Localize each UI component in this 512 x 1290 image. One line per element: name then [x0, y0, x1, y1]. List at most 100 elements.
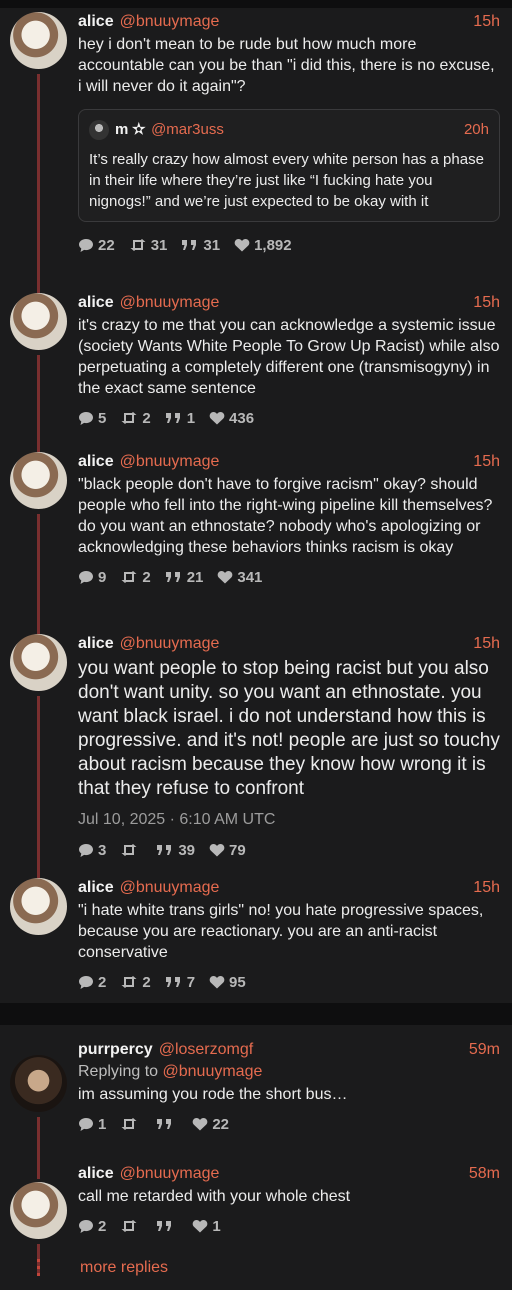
- quote-button[interactable]: [156, 1118, 178, 1130]
- repost-icon: [120, 1117, 138, 1131]
- repost-icon: [120, 843, 138, 857]
- author-name[interactable]: alice: [78, 634, 114, 654]
- post-time[interactable]: 15h: [473, 293, 500, 313]
- reply-post[interactable]: purrpercy @loserzomgf 59m Replying to @b…: [0, 1025, 512, 1179]
- like-button[interactable]: 79: [209, 842, 246, 859]
- quote-button[interactable]: 39: [156, 842, 195, 859]
- like-count: 1: [212, 1217, 221, 1235]
- post-focused[interactable]: alice @bnuuymage 15h you want people to …: [0, 631, 512, 881]
- author-name[interactable]: alice: [78, 12, 114, 32]
- avatar[interactable]: [10, 293, 67, 350]
- repost-icon: [120, 570, 138, 584]
- author-handle[interactable]: @bnuuymage: [120, 1164, 220, 1184]
- post-time[interactable]: 59m: [469, 1040, 500, 1060]
- post-time[interactable]: 15h: [473, 452, 500, 472]
- author-name[interactable]: alice: [78, 1164, 114, 1184]
- quoted-post[interactable]: m ✫ @mar3uss 20h It’s really crazy how a…: [78, 109, 500, 222]
- reply-button[interactable]: 2: [78, 974, 106, 991]
- post-stats: 3 39 79: [78, 840, 500, 860]
- post-time[interactable]: 15h: [473, 878, 500, 898]
- reply-post[interactable]: alice @bnuuymage 58m call me retarded wi…: [0, 1146, 512, 1274]
- reply-button[interactable]: 2: [78, 1218, 106, 1235]
- reply-button[interactable]: 22: [78, 237, 115, 254]
- post-text: im assuming you rode the short bus…: [78, 1086, 348, 1103]
- reply-button[interactable]: 9: [78, 569, 106, 586]
- repost-button[interactable]: [120, 843, 142, 857]
- thread-line: [37, 355, 40, 455]
- like-button[interactable]: 341: [217, 569, 262, 586]
- quote-button[interactable]: 21: [165, 568, 204, 586]
- like-button[interactable]: 436: [209, 410, 254, 427]
- like-button[interactable]: 95: [209, 974, 246, 991]
- author-name[interactable]: alice: [78, 878, 114, 898]
- reply-count: 2: [98, 1217, 107, 1235]
- repost-icon: [120, 975, 138, 989]
- quote-count: 21: [186, 568, 204, 586]
- quote-time: 20h: [463, 121, 489, 138]
- quote-button[interactable]: 31: [181, 237, 220, 254]
- author-name[interactable]: purrpercy: [78, 1040, 153, 1060]
- heart-icon: [209, 975, 225, 989]
- post[interactable]: alice @bnuuymage 15h "black people don't…: [0, 449, 512, 637]
- author-handle[interactable]: @loserzomgf: [159, 1040, 254, 1060]
- reply-count: 22: [98, 236, 115, 254]
- like-button[interactable]: 1: [192, 1217, 221, 1235]
- author-handle[interactable]: @bnuuymage: [120, 12, 220, 32]
- repost-button[interactable]: [120, 1117, 142, 1131]
- author-handle[interactable]: @bnuuymage: [120, 293, 220, 313]
- quote-count: 1: [186, 409, 196, 427]
- more-replies-link[interactable]: more replies: [80, 1259, 168, 1277]
- avatar[interactable]: [10, 878, 67, 935]
- avatar[interactable]: [10, 12, 67, 69]
- repost-button[interactable]: [120, 1219, 142, 1233]
- repost-button[interactable]: 31: [129, 236, 168, 254]
- like-count: 95: [229, 973, 246, 991]
- replying-to-handle[interactable]: @bnuuymage: [163, 1063, 263, 1080]
- quote-button[interactable]: 7: [165, 974, 195, 991]
- post[interactable]: alice @bnuuymage 15h hey i don't mean to…: [0, 8, 512, 296]
- post-text: call me retarded with your whole chest: [78, 1188, 351, 1205]
- post-time[interactable]: 15h: [473, 12, 500, 32]
- post-stats: 2 2 7 95: [78, 972, 500, 992]
- post-stats: 9 2 21 341: [78, 567, 500, 587]
- like-button[interactable]: 1,892: [234, 237, 292, 254]
- post-stats: 2 1: [78, 1216, 500, 1236]
- post-time[interactable]: 58m: [469, 1164, 500, 1184]
- thread-line: [37, 514, 40, 637]
- post[interactable]: alice @bnuuymage 15h it's crazy to me th…: [0, 290, 512, 455]
- repost-button[interactable]: 2: [120, 974, 151, 991]
- more-replies-row[interactable]: more replies: [0, 1253, 512, 1283]
- quote-icon: [165, 571, 183, 583]
- author-handle[interactable]: @bnuuymage: [120, 878, 220, 898]
- avatar[interactable]: [10, 634, 67, 691]
- repost-button[interactable]: 2: [120, 410, 151, 427]
- quote-button[interactable]: 1: [165, 410, 195, 427]
- post-time[interactable]: 15h: [473, 634, 500, 654]
- post-date[interactable]: Jul 10, 2025 · 6:10 AM UTC: [78, 810, 500, 830]
- quote-icon: [156, 1118, 174, 1130]
- avatar[interactable]: [10, 452, 67, 509]
- heart-icon: [234, 238, 250, 252]
- like-button[interactable]: 22: [192, 1116, 229, 1133]
- repost-count: 31: [150, 236, 168, 254]
- author-handle[interactable]: @bnuuymage: [120, 452, 220, 472]
- reply-count: 3: [98, 841, 107, 859]
- author-name[interactable]: alice: [78, 293, 114, 313]
- reply-button[interactable]: 1: [78, 1116, 106, 1133]
- reply-button[interactable]: 5: [78, 410, 106, 427]
- author-name[interactable]: alice: [78, 452, 114, 472]
- repost-button[interactable]: 2: [120, 569, 151, 586]
- like-count: 1,892: [254, 236, 292, 254]
- quote-button[interactable]: [156, 1220, 178, 1232]
- thread-line: [37, 74, 40, 296]
- main-thread: alice @bnuuymage 15h hey i don't mean to…: [0, 8, 512, 1003]
- post[interactable]: alice @bnuuymage 15h "i hate white trans…: [0, 875, 512, 1003]
- avatar[interactable]: [10, 1182, 67, 1239]
- author-handle[interactable]: @bnuuymage: [120, 634, 220, 654]
- quote-count: 7: [186, 973, 196, 991]
- avatar[interactable]: [10, 1055, 67, 1112]
- comment-icon: [78, 1117, 94, 1132]
- post-text: "black people don't have to forgive raci…: [78, 476, 493, 556]
- reply-button[interactable]: 3: [78, 842, 106, 859]
- post-text: it's crazy to me that you can acknowledg…: [78, 317, 500, 397]
